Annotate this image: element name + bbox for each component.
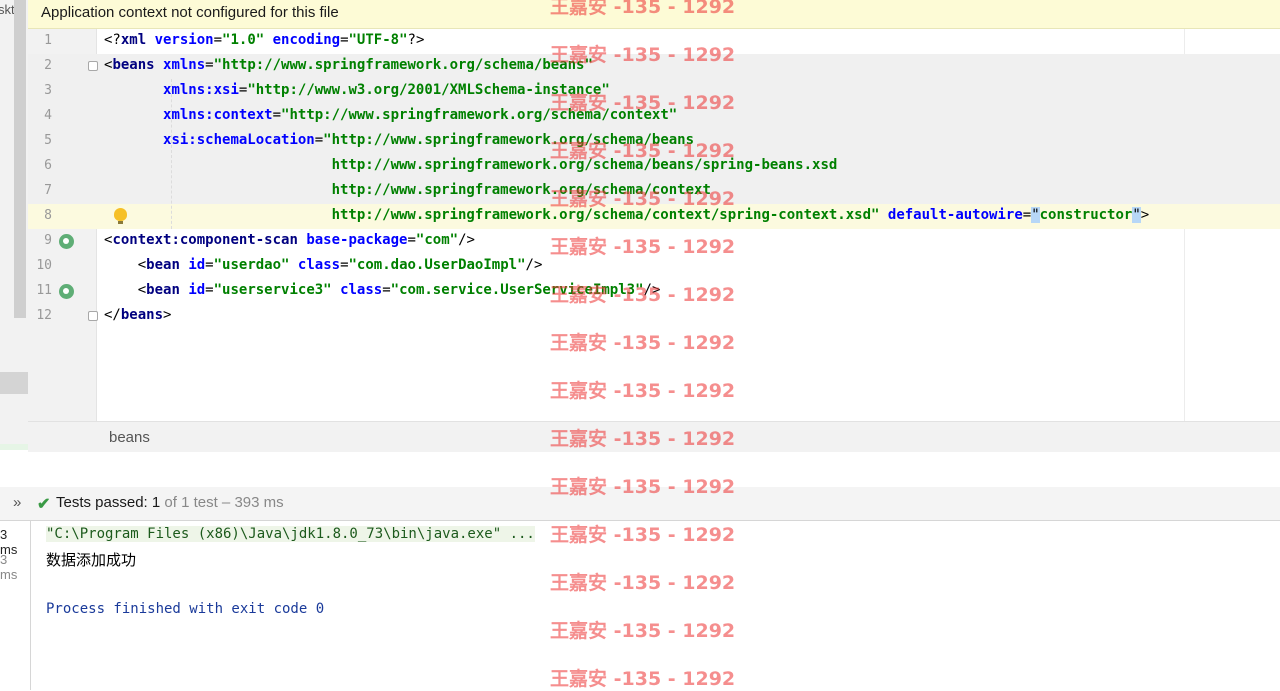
console-output-line: 数据添加成功 <box>46 551 137 569</box>
test-time-2: 3 ms <box>0 552 18 582</box>
line-number: 4 <box>44 108 52 123</box>
code-text[interactable]: http://www.springframework.org/schema/co… <box>104 182 711 198</box>
fold-marker-icon[interactable] <box>88 61 98 71</box>
test-status-label: Tests passed: <box>56 494 152 511</box>
code-line[interactable]: 3 xmlns:xsi="http://www.w3.org/2001/XMLS… <box>28 79 1280 104</box>
test-summary: of 1 test – 393 ms <box>160 494 284 511</box>
line-number: 2 <box>44 58 52 73</box>
code-line[interactable]: 2 <beans xmlns="http://www.springframewor… <box>28 54 1280 79</box>
project-panel-strip: skto <box>0 0 29 450</box>
code-line[interactable]: 8 http://www.springframework.org/schema/… <box>28 204 1280 229</box>
code-text[interactable]: http://www.springframework.org/schema/be… <box>104 157 838 173</box>
line-number: 3 <box>44 83 52 98</box>
line-number: 10 <box>36 258 52 273</box>
project-tree-selected-row[interactable] <box>0 372 28 394</box>
test-status-bar: » ✔ Tests passed: 1 of 1 test – 393 ms <box>0 487 1280 521</box>
code-line[interactable]: 4 xmlns:context="http://www.springframew… <box>28 104 1280 129</box>
code-text[interactable]: xsi:schemaLocation="http://www.springfra… <box>104 132 694 148</box>
breadcrumb: beans <box>28 421 1280 452</box>
check-icon: ✔ <box>37 496 51 513</box>
test-timing-column: 3 ms 3 ms <box>0 521 31 690</box>
line-number: 6 <box>44 158 52 173</box>
code-line[interactable]: 6 http://www.springframework.org/schema/… <box>28 154 1280 179</box>
code-line[interactable]: 12 </beans> <box>28 304 1280 329</box>
line-number: 7 <box>44 183 52 198</box>
run-console[interactable]: 3 ms 3 ms "C:\Program Files (x86)\Java\j… <box>0 521 1280 690</box>
fold-marker-icon[interactable] <box>88 311 98 321</box>
code-text[interactable]: xmlns:xsi="http://www.w3.org/2001/XMLSch… <box>104 82 610 98</box>
code-line[interactable]: 9 <context:component-scan base-package="c… <box>28 229 1280 254</box>
line-number: 1 <box>44 33 52 48</box>
code-line[interactable]: 11 <bean id="userservice3" class="com.se… <box>28 279 1280 304</box>
code-text[interactable]: <?xml version="1.0" encoding="UTF-8"?> <box>104 32 424 48</box>
code-line[interactable]: 7 http://www.springframework.org/schema/… <box>28 179 1280 204</box>
project-panel-scrollbar[interactable] <box>14 0 26 318</box>
line-number: 9 <box>44 233 52 248</box>
spring-bean-gutter-icon[interactable] <box>59 234 74 249</box>
project-tree-row[interactable] <box>0 444 28 450</box>
spring-bean-gutter-icon[interactable] <box>59 284 74 299</box>
code-line[interactable]: 5 xsi:schemaLocation="http://www.springf… <box>28 129 1280 154</box>
code-line[interactable]: 1 <?xml version="1.0" encoding="UTF-8"?> <box>28 29 1280 54</box>
line-number: 12 <box>36 308 52 323</box>
console-exit-line: Process finished with exit code 0 <box>46 601 325 617</box>
line-number: 8 <box>44 208 52 223</box>
code-text[interactable]: <beans xmlns="http://www.springframework… <box>104 57 593 73</box>
code-text[interactable]: <context:component-scan base-package="co… <box>104 232 475 248</box>
test-status-text: Tests passed: 1 of 1 test – 393 ms <box>56 494 284 511</box>
code-text[interactable]: <bean id="userservice3" class="com.servi… <box>104 282 661 298</box>
xml-editor[interactable]: 1 <?xml version="1.0" encoding="UTF-8"?> 2… <box>28 29 1280 421</box>
test-count: 1 <box>151 494 161 511</box>
code-line[interactable]: 10 <bean id="userdao" class="com.dao.Use… <box>28 254 1280 279</box>
indent-guide <box>171 79 172 229</box>
code-text[interactable]: <bean id="userdao" class="com.dao.UserDa… <box>104 257 543 273</box>
code-text[interactable]: xmlns:context="http://www.springframewor… <box>104 107 677 123</box>
tool-window-divider <box>0 452 1280 486</box>
context-warning-banner: Application context not configured for t… <box>28 0 1280 29</box>
breadcrumb-item-beans[interactable]: beans <box>109 429 150 446</box>
line-number: 5 <box>44 133 52 148</box>
code-text[interactable]: </beans> <box>104 307 171 323</box>
lightbulb-icon[interactable] <box>114 208 127 224</box>
console-command-line[interactable]: "C:\Program Files (x86)\Java\jdk1.8.0_73… <box>46 526 535 542</box>
code-text[interactable]: http://www.springframework.org/schema/co… <box>104 207 1149 223</box>
double-chevron-right-icon[interactable]: » <box>13 494 21 511</box>
context-warning-text: Application context not configured for t… <box>41 4 339 21</box>
line-number: 11 <box>36 283 52 298</box>
